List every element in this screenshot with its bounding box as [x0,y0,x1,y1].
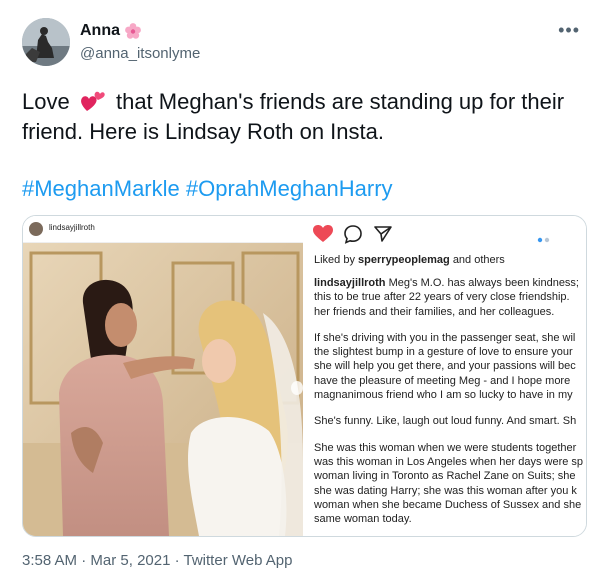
caption-line: She was this woman when we were students… [314,441,577,454]
avatar[interactable] [22,18,70,66]
caption-line: woman when she became Duchess of Sussex … [314,498,582,511]
caption-line: magnanimous friend who I am so lucky to … [314,389,573,402]
caption-paragraph: She's funny. Like, laugh out loud funny.… [314,414,586,428]
author-handle[interactable]: @anna_itsonlyme [80,45,200,62]
caption-username: lindsayjillroth [314,277,386,289]
hashtag-link[interactable]: #OprahMeghanHarry [186,176,393,201]
caption-line: she will help you get there, and your pa… [314,360,576,373]
caption-paragraph: If she's driving with you in the passeng… [314,331,586,402]
caption-line: Meg's M.O. has always been kindness; [388,277,579,289]
instagram-photo-panel: lindsayjillroth [23,216,303,536]
heart-icon[interactable] [313,225,333,248]
tweet-media[interactable]: lindsayjillroth Liked by sperrypeoplemag… [22,215,587,537]
tweet-date[interactable]: Mar 5, 2021 [90,552,170,569]
display-name[interactable]: Anna [80,22,120,40]
instagram-avatar [29,222,43,236]
caption-line: If she's driving with you in the passeng… [314,331,576,344]
instagram-caption: lindsayjillroth Meg's M.O. has always be… [314,276,586,536]
separator-dot: · [174,552,180,569]
caption-line: have the pleasure of meeting Meg - and I… [314,374,571,387]
author-name-row[interactable]: Anna [80,22,142,40]
liked-by-suffix: and others [452,254,505,266]
wedding-photo[interactable] [23,243,303,536]
hashtag-link[interactable]: #MeghanMarkle [22,176,180,201]
comment-icon[interactable] [343,224,363,249]
liked-by-user: sperrypeoplemag [358,254,450,266]
avatar-photo-icon [22,18,70,66]
caption-paragraph: lindsayjillroth Meg's M.O. has always be… [314,276,586,319]
cherry-blossom-icon [124,22,142,40]
instagram-actions [313,224,393,249]
separator-dot: · [81,552,87,569]
tweet-time[interactable]: 3:58 AM [22,552,77,569]
caption-line: woman living in Toronto as Rachel Zane o… [314,470,576,483]
caption-line: this to be true after 22 years of very c… [314,291,570,304]
share-icon[interactable] [373,224,393,249]
carousel-dots-icon [537,230,551,248]
two-hearts-icon [80,89,106,113]
caption-line: the slightest bump in a gesture of love … [314,346,573,359]
more-options-icon[interactable]: ••• [558,20,580,41]
tweet-timestamp: 3:58 AM · Mar 5, 2021 · Twitter Web App [22,552,292,569]
tweet-card: Anna @anna_itsonlyme ••• Love that Megha… [0,0,598,584]
caption-line: same woman today. [314,513,412,526]
instagram-caption-panel: Liked by sperrypeoplemag and others lind… [303,216,586,536]
tweet-text: Love that Meghan's friends are standing … [22,87,582,147]
tweet-text-start: Love [22,89,70,114]
caption-paragraph: She was this woman when we were students… [314,441,586,527]
caption-line: her friends and their families, and her … [314,305,555,318]
hashtags: #MeghanMarkle #OprahMeghanHarry [22,176,393,202]
instagram-username: lindsayjillroth [49,223,95,232]
caption-line: was this woman in Los Angeles when her d… [314,455,584,468]
caption-line: she was dating Harry; she was this woman… [314,484,577,497]
caption-line: She's funny. Like, laugh out loud funny.… [314,415,577,428]
instagram-post-header: lindsayjillroth [23,216,303,243]
tweet-source-link[interactable]: Twitter Web App [184,552,293,569]
liked-by-prefix: Liked by [314,254,355,266]
liked-by-text: Liked by sperrypeoplemag and others [314,254,505,266]
